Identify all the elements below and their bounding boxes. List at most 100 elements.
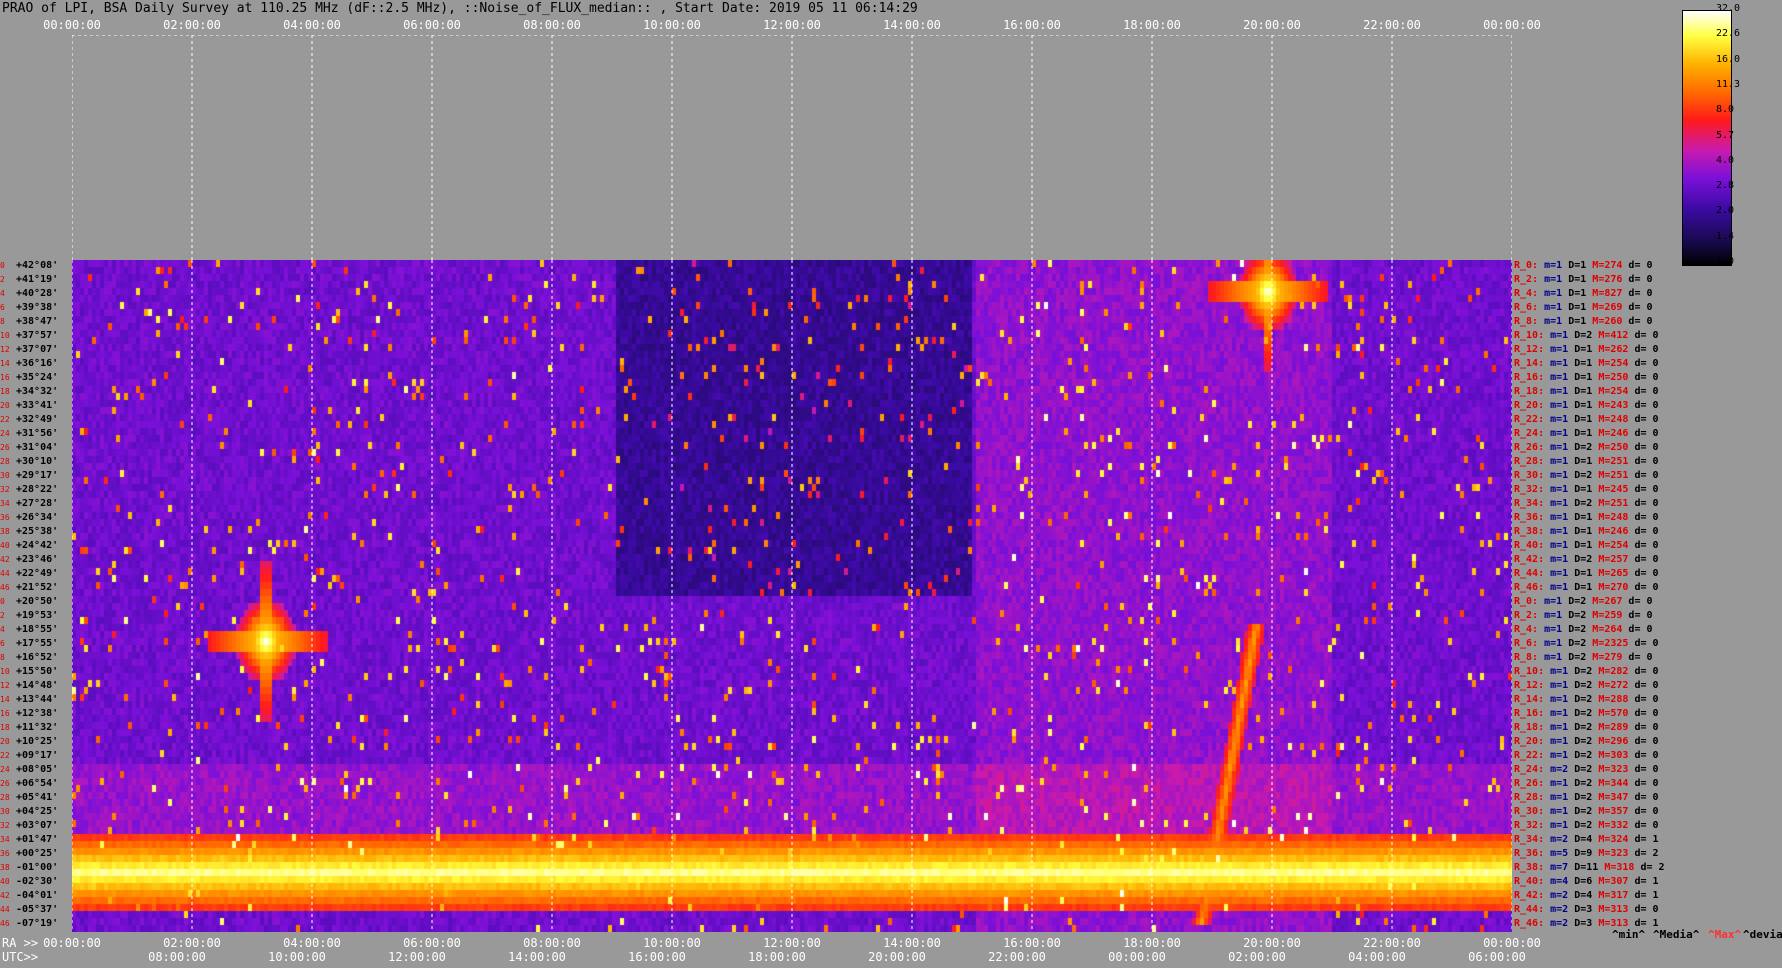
ra-axis-tick: 06:00:00	[403, 936, 461, 950]
row-stat-m: m=1	[1550, 736, 1575, 747]
row-stat-d: D=1	[1574, 582, 1599, 593]
row-stat-r: R_44:	[1514, 904, 1551, 915]
row-stat-x: M=344	[1598, 778, 1635, 789]
ra-axis-tick: 12:00:00	[763, 936, 821, 950]
row-stat-r: R_46:	[1514, 918, 1551, 929]
row-stat-m: m=2	[1550, 918, 1575, 929]
row-stat-m: m=1	[1550, 498, 1575, 509]
declination-label: +18°55'	[16, 624, 59, 635]
row-stat-x: M=250	[1598, 372, 1635, 383]
row-stat-d: D=2	[1574, 470, 1599, 481]
row-stats: R_24: m=1 D=1 M=246 d= 0	[1514, 429, 1659, 439]
row-stat-m: m=1	[1550, 330, 1575, 341]
row-stats: R_12: m=1 D=2 M=272 d= 0	[1514, 681, 1659, 691]
row-stats: R_8: m=1 D=1 M=260 d= 0	[1514, 317, 1653, 327]
row-stat-v: d= 0	[1634, 498, 1659, 509]
row-stats: R_30: m=1 D=2 M=357 d= 0	[1514, 807, 1659, 817]
row-stat-x: M=324	[1598, 834, 1635, 845]
row-stat-d: D=2	[1574, 694, 1599, 705]
row-stat-m: m=4	[1550, 876, 1575, 887]
declination-label: -05°37'	[16, 904, 59, 915]
row-stat-r: R_32:	[1514, 820, 1551, 831]
declination-label: +28°22'	[16, 484, 59, 495]
row-stats: R_10: m=1 D=2 M=282 d= 0	[1514, 667, 1659, 677]
declination-label: +20°50'	[16, 596, 59, 607]
row-stat-r: R_38:	[1514, 862, 1551, 873]
row-stat-v: d= 0	[1634, 372, 1659, 383]
ra-axis-tick: 22:00:00	[1363, 936, 1421, 950]
row-stat-x: M=246	[1598, 428, 1635, 439]
row-stat-m: m=1	[1550, 540, 1575, 551]
row-stats: R_6: m=1 D=2 M=2325 d= 0	[1514, 639, 1659, 649]
row-index-label: 16	[0, 373, 10, 382]
row-stat-v: d= 0	[1628, 260, 1653, 271]
row-stat-x: M=250	[1598, 442, 1635, 453]
row-stat-d: D=4	[1574, 890, 1599, 901]
row-stats: R_34: m=1 D=2 M=251 d= 0	[1514, 499, 1659, 509]
row-stat-d: D=1	[1574, 512, 1599, 523]
row-stat-m: m=5	[1550, 848, 1575, 859]
declination-label: +17°55'	[16, 638, 59, 649]
row-stat-d: D=1	[1568, 274, 1593, 285]
row-stat-m: m=1	[1550, 666, 1575, 677]
row-stat-v: d= 2	[1640, 862, 1665, 873]
row-stat-d: D=2	[1574, 666, 1599, 677]
row-stat-x: M=264	[1592, 624, 1629, 635]
row-stat-r: R_34:	[1514, 834, 1551, 845]
row-stat-x: M=248	[1598, 512, 1635, 523]
row-stat-x: M=412	[1598, 330, 1635, 341]
row-stats: R_34: m=2 D=4 M=324 d= 1	[1514, 835, 1659, 845]
ra-axis-prefix: RA >>	[2, 936, 39, 950]
row-stat-r: R_6:	[1514, 302, 1545, 313]
row-index-label: 32	[0, 821, 10, 830]
row-stat-m: m=1	[1550, 386, 1575, 397]
row-stat-d: D=2	[1574, 680, 1599, 691]
row-stat-m: m=1	[1544, 638, 1569, 649]
row-stat-r: R_36:	[1514, 512, 1551, 523]
row-stats: R_26: m=1 D=2 M=250 d= 0	[1514, 443, 1659, 453]
row-stat-v: d= 0	[1628, 652, 1653, 663]
row-stat-v: d= 2	[1634, 848, 1659, 859]
row-stat-x: M=307	[1598, 876, 1635, 887]
row-stat-v: d= 0	[1634, 484, 1659, 495]
row-stat-v: d= 0	[1634, 344, 1659, 355]
legend-min: ^min^	[1612, 928, 1646, 941]
declination-label: +10°25'	[16, 736, 59, 747]
row-stat-m: m=1	[1544, 316, 1569, 327]
row-stat-x: M=269	[1592, 302, 1629, 313]
row-stat-d: D=2	[1574, 554, 1599, 565]
declination-label: +32°49'	[16, 414, 59, 425]
top-axis-tick: 10:00:00	[643, 18, 701, 32]
utc-axis-tick: 02:00:00	[1228, 950, 1286, 964]
declination-label: -02°30'	[16, 876, 59, 887]
row-stat-m: m=1	[1550, 820, 1575, 831]
declination-label: +41°19'	[16, 274, 59, 285]
row-stat-m: m=1	[1544, 288, 1569, 299]
row-stat-r: R_12:	[1514, 680, 1551, 691]
row-stats: R_2: m=1 D=1 M=276 d= 0	[1514, 275, 1653, 285]
row-stat-m: m=1	[1550, 470, 1575, 481]
declination-label: -01°00'	[16, 862, 59, 873]
colorbar-label: 11.3	[1716, 78, 1741, 90]
top-axis-tick: 22:00:00	[1363, 18, 1421, 32]
row-stat-d: D=2	[1574, 806, 1599, 817]
row-stats: R_30: m=1 D=2 M=251 d= 0	[1514, 471, 1659, 481]
sky-band-gridlines	[71, 34, 1513, 260]
row-index-label: 0	[0, 261, 5, 270]
row-stat-x: M=257	[1598, 554, 1635, 565]
row-stat-m: m=1	[1544, 302, 1569, 313]
utc-axis-tick: 04:00:00	[1348, 950, 1406, 964]
row-index-label: 2	[0, 611, 5, 620]
row-stat-d: D=1	[1574, 526, 1599, 537]
row-stat-d: D=2	[1574, 792, 1599, 803]
row-stats: R_38: m=7 D=11 M=318 d= 2	[1514, 863, 1665, 873]
declination-label: +34°32'	[16, 386, 59, 397]
row-stat-m: m=2	[1550, 834, 1575, 845]
row-stat-x: M=254	[1598, 386, 1635, 397]
row-stat-x: M=251	[1598, 456, 1635, 467]
row-stats: R_16: m=1 D=2 M=570 d= 0	[1514, 709, 1659, 719]
row-stat-r: R_20:	[1514, 736, 1551, 747]
row-stat-d: D=2	[1568, 610, 1593, 621]
row-index-label: 30	[0, 471, 10, 480]
row-stats: R_0: m=1 D=2 M=267 d= 0	[1514, 597, 1653, 607]
